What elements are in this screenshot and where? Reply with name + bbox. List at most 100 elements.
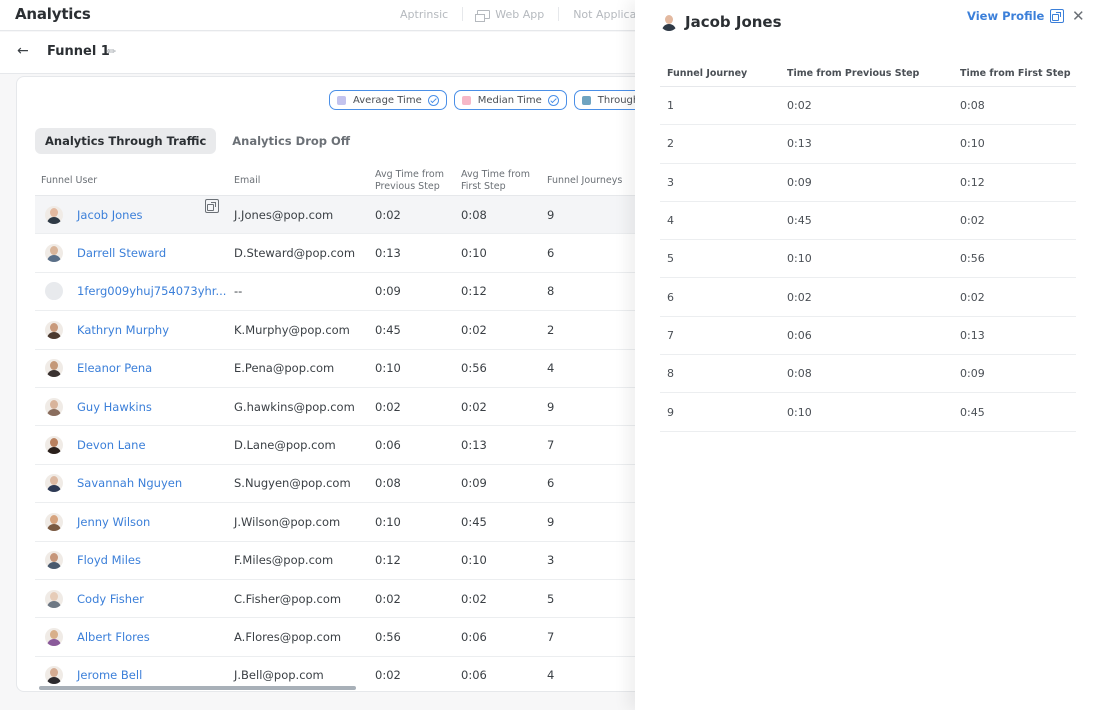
legend-label: Median Time [477,94,542,106]
time-prev-cell: 0:02 [787,290,812,304]
avatar-body [47,331,61,339]
user-name-link[interactable]: 1ferg009yhuj754073yhr... [77,284,226,298]
user-name-link[interactable]: Jenny Wilson [77,515,150,529]
avg-first-cell: 0:10 [461,246,487,261]
header-avg-prev[interactable]: Avg Time from Previous Step [375,169,461,193]
back-button[interactable]: ← [17,43,29,59]
journey-step-cell: 4 [667,214,674,228]
journey-step-cell: 3 [667,175,674,189]
header-funnel-user[interactable]: Funnel User [35,175,234,187]
journey-row: 7 0:06 0:13 [660,317,1076,356]
avatar [45,436,63,455]
time-first-cell: 0:10 [960,137,985,151]
header-avg-first[interactable]: Avg Time from First Step [461,169,547,193]
user-name-link[interactable]: Devon Lane [77,438,146,452]
avg-first-cell: 0:02 [461,399,487,414]
header-line: First Step [461,181,506,192]
funnel-user-cell: Floyd Miles [35,551,234,570]
pencil-icon[interactable]: ✏ [107,45,116,58]
close-button[interactable]: ✕ [1072,7,1085,25]
table-row[interactable]: Darrell Steward D.Steward@pop.com 0:13 0:10… [35,234,655,273]
avg-first-cell: 0:09 [461,476,487,491]
tab-drop-off[interactable]: Analytics Drop Off [222,128,360,154]
table-row[interactable]: Albert Flores A.Flores@pop.com 0:56 0:06 7 [35,618,655,657]
table-row[interactable]: Jenny Wilson J.Wilson@pop.com 0:10 0:45 9 [35,503,655,542]
product-name: Aptrinsic [400,7,449,21]
email-cell: S.Nugyen@pop.com [234,476,351,491]
horizontal-scrollbar[interactable] [39,686,356,690]
avatar [45,205,63,224]
avatar-head [50,591,58,601]
avatar-head [50,629,58,639]
user-name-link[interactable]: Albert Flores [77,630,150,644]
email-cell: A.Flores@pop.com [234,629,342,644]
funnel-user-cell: Jacob Jones [35,198,234,224]
avg-prev-cell: 0:12 [375,553,401,568]
journey-row: 5 0:10 0:56 [660,240,1076,279]
tab-through-traffic[interactable]: Analytics Through Traffic [35,128,217,154]
funnel-user-cell: Guy Hawkins [35,397,234,416]
table-row[interactable]: Guy Hawkins G.hawkins@pop.com 0:02 0:02 9 [35,388,655,427]
journey-step-cell: 7 [667,328,674,342]
table-row[interactable]: Kathryn Murphy K.Murphy@pop.com 0:45 0:02 2 [35,311,655,350]
avg-prev-cell: 0:02 [375,591,401,606]
user-name-link[interactable]: Eleanor Pena [77,361,152,375]
journey-step-cell: 6 [667,290,674,304]
avatar-body [47,562,61,570]
funnel-user-cell: Cody Fisher [35,589,234,608]
user-name-link[interactable]: Guy Hawkins [77,400,152,414]
table-row[interactable]: Floyd Miles F.Miles@pop.com 0:12 0:10 3 [35,542,655,580]
table-row[interactable]: Jacob Jones J.Jones@pop.com 0:02 0:08 9 [35,196,655,235]
table-row[interactable]: Eleanor Pena E.Pena@pop.com 0:10 0:56 4 [35,350,655,388]
email-cell: D.Lane@pop.com [234,438,336,453]
journey-table-header: Funnel Journey Time from Previous Step T… [660,60,1076,87]
time-prev-cell: 0:08 [787,367,812,381]
time-prev-cell: 0:10 [787,252,812,266]
avg-prev-cell: 0:10 [375,514,401,529]
legend-median-time[interactable]: Median Time [453,90,567,110]
header-email[interactable]: Email [234,175,375,187]
table-row[interactable]: 1ferg009yhuj754073yhr... -- 0:09 0:12 8 [35,273,655,312]
journey-table: Funnel Journey Time from Previous Step T… [660,60,1076,432]
email-cell: J.Wilson@pop.com [234,514,341,529]
view-profile-label: View Profile [967,9,1045,23]
user-name-link[interactable]: Savannah Nguyen [77,476,182,490]
user-name-link[interactable]: Cody Fisher [77,592,144,606]
avatar-head [50,514,58,524]
table-header: Funnel User Email Avg Time from Previous… [35,167,655,196]
legend-swatch [337,95,346,105]
avg-first-cell: 0:56 [461,361,487,376]
user-name-link[interactable]: Jerome Bell [77,668,142,682]
legend-average-time[interactable]: Average Time [329,90,447,110]
time-first-cell: 0:45 [960,405,985,419]
avg-prev-cell: 0:09 [375,284,401,299]
view-profile-link[interactable]: View Profile [967,9,1065,23]
avatar-body [47,638,61,646]
funnel-user-cell: 1ferg009yhuj754073yhr... [35,282,234,301]
user-name-link[interactable]: Darrell Steward [77,246,166,260]
avg-prev-cell: 0:45 [375,322,401,337]
table-row[interactable]: Devon Lane D.Lane@pop.com 0:06 0:13 7 [35,426,655,465]
avatar [45,282,63,301]
avatar [45,320,63,339]
time-prev-cell: 0:10 [787,405,812,419]
app-meta: Aptrinsic Web App Not Applica [400,7,636,22]
avatar-body [47,523,61,531]
web-app-icon [475,9,491,22]
avatar-body [47,677,61,685]
table-row[interactable]: Savannah Nguyen S.Nugyen@pop.com 0:08 0:09 6 [35,465,655,504]
avatar-head [50,246,58,256]
user-name-link[interactable]: Jacob Jones [77,208,143,222]
email-cell: F.Miles@pop.com [234,553,334,568]
avatar [660,13,678,31]
user-name-link[interactable]: Floyd Miles [77,553,141,567]
app-title: Analytics [15,5,91,23]
open-drawer-icon[interactable] [205,198,219,213]
user-name-link[interactable]: Kathryn Murphy [77,323,169,337]
table-row[interactable]: Cody Fisher C.Fisher@pop.com 0:02 0:02 5 [35,580,655,619]
check-circle-icon [547,94,559,106]
header-line: Avg Time from [461,169,530,180]
time-prev-cell: 0:06 [787,328,812,342]
journey-row: 1 0:02 0:08 [660,87,1076,126]
avatar-head [50,438,58,448]
